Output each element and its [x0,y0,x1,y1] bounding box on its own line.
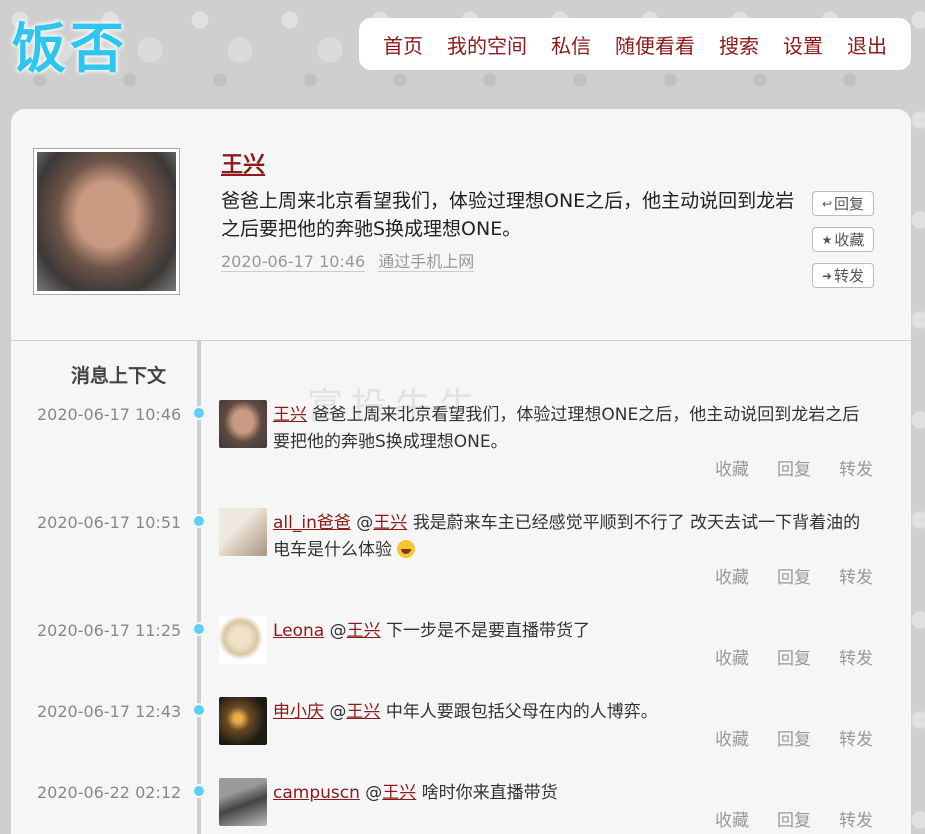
favorite-button[interactable]: ★ 收藏 [812,227,874,252]
item-user-link[interactable]: all_in爸爸 [273,513,351,533]
status-time[interactable]: 2020-06-17 10:46 [221,252,366,272]
main-panel: 王兴 爸爸上周来北京看望我们，体验过理想ONE之后，他主动说回到龙岩之后要把他的… [11,109,911,834]
item-repost-link[interactable]: 转发 [839,725,873,750]
item-user-link[interactable]: campuscn [273,783,360,803]
item-reply-link[interactable]: 回复 [777,806,811,831]
avatar[interactable] [219,400,267,448]
item-favorite-link[interactable]: 收藏 [715,455,749,480]
item-reply-link[interactable]: 回复 [777,563,811,588]
item-ops: 收藏 回复 转发 [715,644,873,669]
timeline-dot [192,784,206,798]
item-text: 中年人要跟包括父母在内的人博弈。 [385,702,658,722]
item-user-link[interactable]: Leona [273,621,324,641]
author-photo [37,152,176,291]
nav-settings[interactable]: 设置 [783,30,823,59]
nav-home[interactable]: 首页 [383,30,423,59]
reply-button[interactable]: ↩ 回复 [812,191,874,216]
nav-search[interactable]: 搜索 [719,30,759,59]
context-item: 2020-06-17 10:46 王兴 爸爸上周来北京看望我们，体验过理想ONE… [11,400,911,485]
at-sign: @ [329,702,347,722]
top-nav: 首页 我的空间 私信 随便看看 搜索 设置 退出 [359,18,911,70]
nav-browse[interactable]: 随便看看 [615,30,695,59]
author-avatar[interactable] [33,148,180,295]
item-mention-link[interactable]: 王兴 [346,702,380,722]
item-mention-link[interactable]: 王兴 [373,513,407,533]
status-meta: 2020-06-17 10:46 通过手机上网 [221,248,482,272]
context-item: 2020-06-17 10:51 all_in爸爸 @王兴 我是蔚来车主已经感觉… [11,508,911,593]
item-text: 爸爸上周来北京看望我们，体验过理想ONE之后，他主动说回到龙岩之后要把他的奔驰S… [273,405,860,452]
timeline-dot [192,703,206,717]
item-time[interactable]: 2020-06-17 10:46 [37,405,181,424]
item-ops: 收藏 回复 转发 [715,455,873,480]
item-time[interactable]: 2020-06-22 02:12 [37,783,181,802]
timeline-dot [192,406,206,420]
status-actions: ↩ 回复 ★ 收藏 ➜ 转发 [812,191,874,288]
item-ops: 收藏 回复 转发 [715,725,873,750]
item-text: 下一步是不是要直播带货了 [386,621,591,641]
item-time[interactable]: 2020-06-17 11:25 [37,621,181,640]
arrow-right-icon: ➜ [821,268,833,283]
context-item: 2020-06-17 12:43 申小庆 @王兴 中年人要跟包括父母在内的人博弈… [11,697,911,782]
item-favorite-link[interactable]: 收藏 [715,725,749,750]
item-content: campuscn @王兴 啥时你来直播带货 [273,780,873,807]
item-user-link[interactable]: 申小庆 [273,702,324,722]
avatar[interactable] [219,697,267,745]
item-favorite-link[interactable]: 收藏 [715,563,749,588]
item-favorite-link[interactable]: 收藏 [715,644,749,669]
star-icon: ★ [821,232,833,247]
nav-my-space[interactable]: 我的空间 [447,30,527,59]
item-content: 申小庆 @王兴 中年人要跟包括父母在内的人博弈。 [273,699,873,726]
item-reply-link[interactable]: 回复 [777,725,811,750]
item-time[interactable]: 2020-06-17 10:51 [37,513,181,532]
nav-logout[interactable]: 退出 [847,30,887,59]
laugh-emoji-icon [397,540,416,558]
status-author-link[interactable]: 王兴 [221,147,265,179]
timeline-dot [192,622,206,636]
item-repost-link[interactable]: 转发 [839,563,873,588]
context-item: 2020-06-22 02:12 campuscn @王兴 啥时你来直播带货 收… [11,778,911,834]
favorite-label: 收藏 [834,231,865,249]
status-source: 通过手机上网 [378,252,475,272]
context-item: 2020-06-17 11:25 Leona @王兴 下一步是不是要直播带货了 … [11,616,911,701]
item-repost-link[interactable]: 转发 [839,455,873,480]
avatar[interactable] [219,508,267,556]
item-favorite-link[interactable]: 收藏 [715,806,749,831]
site-logo[interactable]: 饭否 [12,4,128,83]
repost-button[interactable]: ➜ 转发 [812,263,874,288]
item-ops: 收藏 回复 转发 [715,806,873,831]
reply-label: 回复 [834,195,865,213]
item-user-link[interactable]: 王兴 [273,405,307,425]
item-content: all_in爸爸 @王兴 我是蔚来车主已经感觉平顺到不行了 改天去试一下背着油的… [273,510,873,564]
at-sign: @ [329,621,347,641]
reply-icon: ↩ [821,196,833,211]
avatar[interactable] [219,778,267,826]
item-ops: 收藏 回复 转发 [715,563,873,588]
avatar[interactable] [219,616,267,664]
item-repost-link[interactable]: 转发 [839,644,873,669]
timeline-dot [192,514,206,528]
item-text: 啥时你来直播带货 [421,783,558,803]
item-content: Leona @王兴 下一步是不是要直播带货了 [273,618,873,645]
item-repost-link[interactable]: 转发 [839,806,873,831]
item-reply-link[interactable]: 回复 [777,644,811,669]
at-sign: @ [365,783,383,803]
item-reply-link[interactable]: 回复 [777,455,811,480]
at-sign: @ [356,513,374,533]
nav-messages[interactable]: 私信 [551,30,591,59]
status-text: 爸爸上周来北京看望我们，体验过理想ONE之后，他主动说回到龙岩之后要把他的奔驰S… [221,190,795,240]
repost-label: 转发 [834,267,865,285]
context-title: 消息上下文 [71,365,167,387]
item-time[interactable]: 2020-06-17 12:43 [37,702,181,721]
item-content: 王兴 爸爸上周来北京看望我们，体验过理想ONE之后，他主动说回到龙岩之后要把他的… [273,402,873,456]
item-mention-link[interactable]: 王兴 [382,783,416,803]
status-detail: 王兴 爸爸上周来北京看望我们，体验过理想ONE之后，他主动说回到龙岩之后要把他的… [11,109,911,341]
item-mention-link[interactable]: 王兴 [347,621,381,641]
